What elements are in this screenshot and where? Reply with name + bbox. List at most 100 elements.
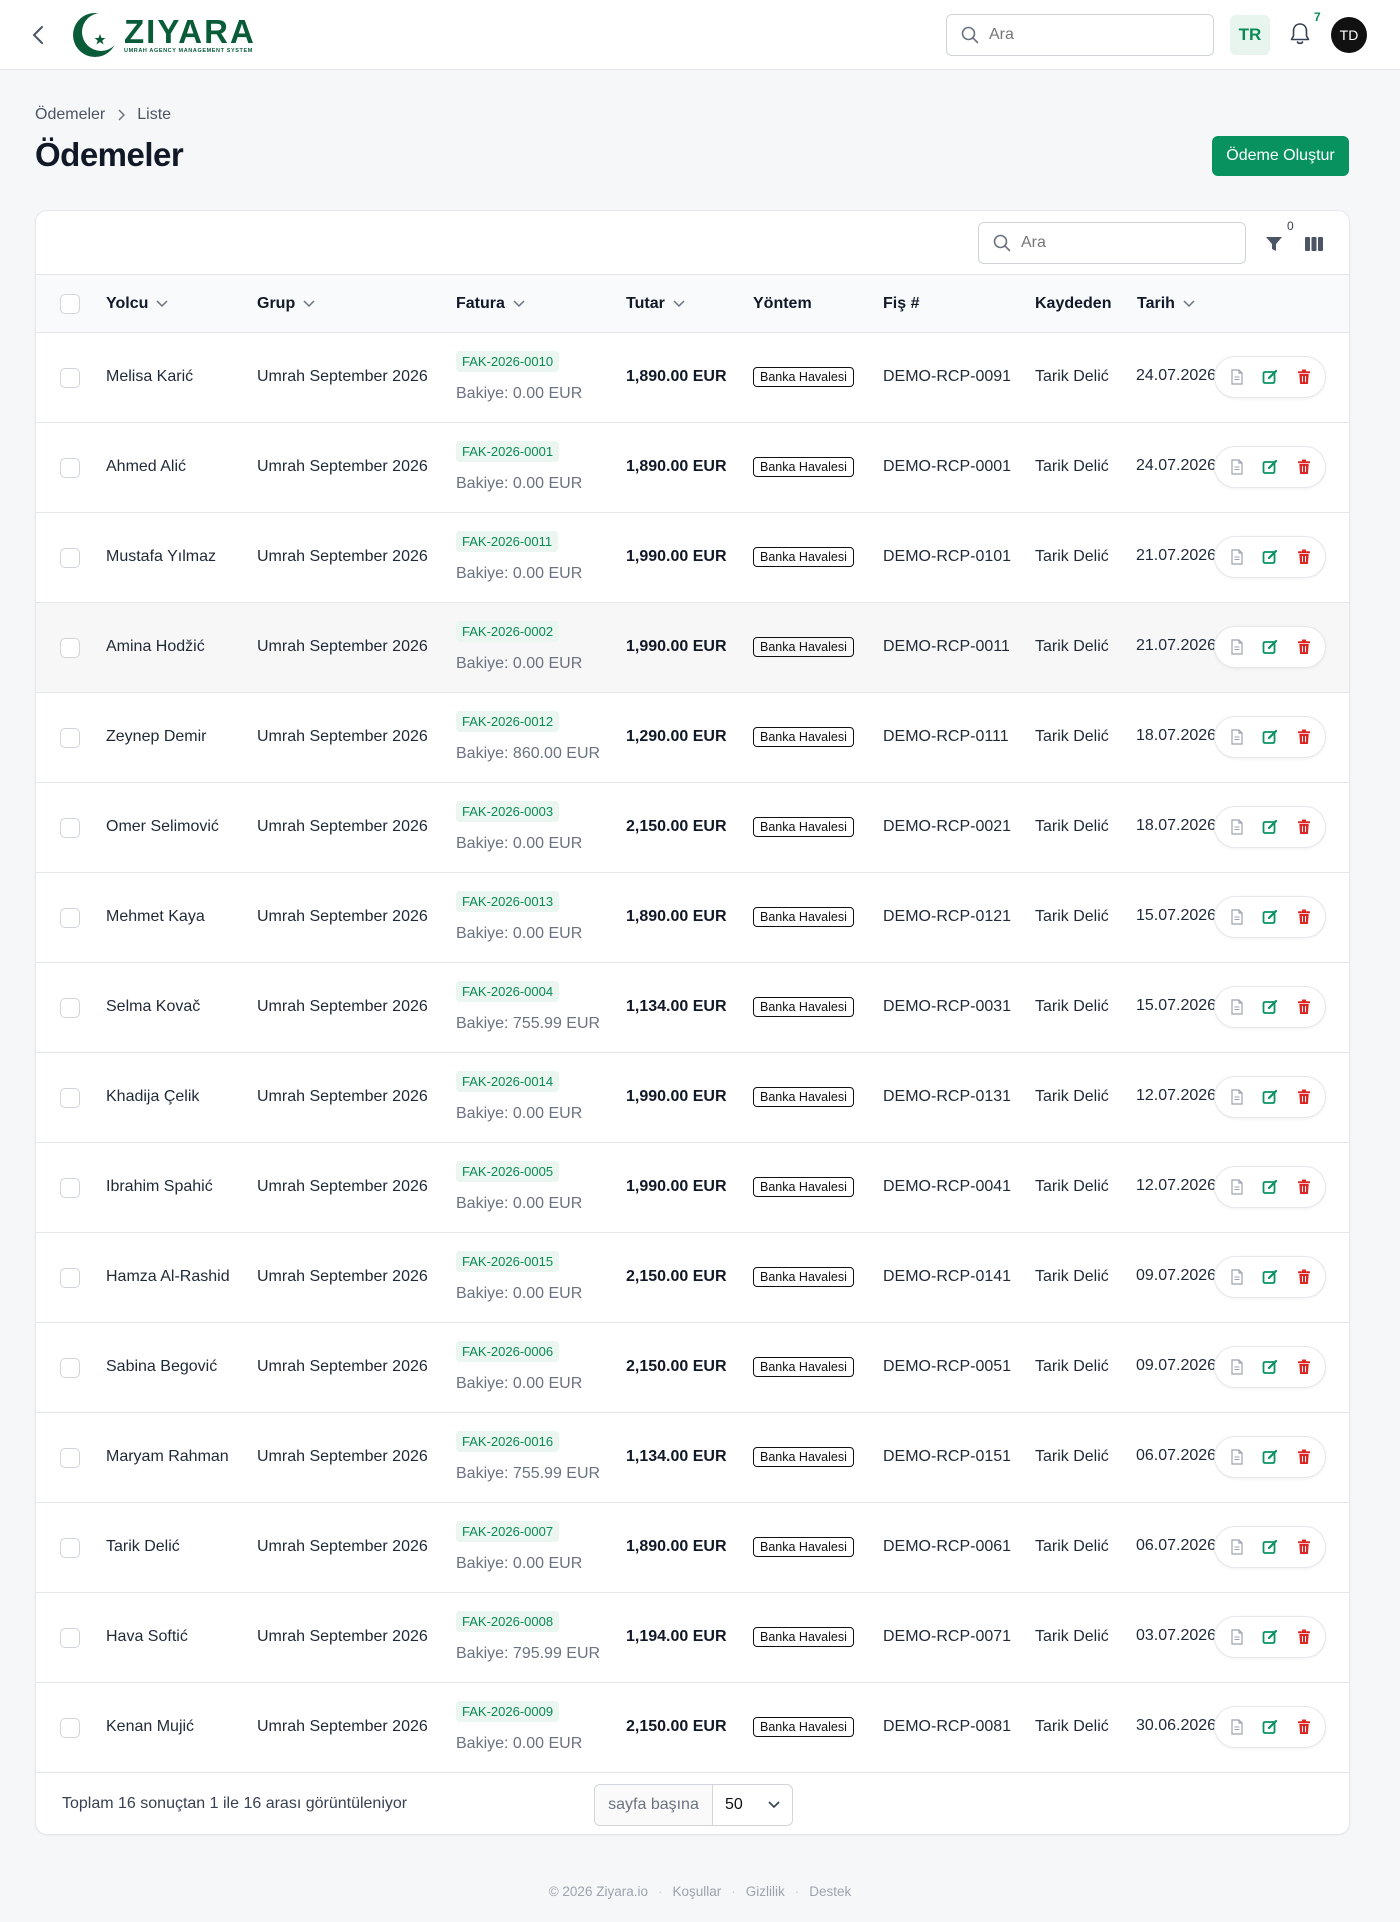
edit-button[interactable] bbox=[1258, 545, 1282, 569]
table-row[interactable]: Khadija Çelik Umrah September 2026 FAK-202… bbox=[36, 1053, 1349, 1143]
row-checkbox[interactable] bbox=[60, 1538, 80, 1558]
create-payment-button[interactable]: Ödeme Oluştur bbox=[1212, 136, 1349, 176]
edit-button[interactable] bbox=[1258, 1445, 1282, 1469]
select-all-checkbox[interactable] bbox=[60, 294, 80, 314]
view-receipt-button[interactable] bbox=[1225, 815, 1249, 839]
row-checkbox[interactable] bbox=[60, 458, 80, 478]
table-search[interactable] bbox=[978, 222, 1246, 264]
invoice-badge[interactable]: FAK-2026-0012 bbox=[456, 711, 560, 732]
table-row[interactable]: Mustafa Yılmaz Umrah September 2026 FAK-20… bbox=[36, 513, 1349, 603]
invoice-badge[interactable]: FAK-2026-0009 bbox=[456, 1701, 560, 1722]
table-row[interactable]: Amina Hodžić Umrah September 2026 FAK-2026… bbox=[36, 603, 1349, 693]
delete-button[interactable] bbox=[1292, 1175, 1316, 1199]
view-receipt-button[interactable] bbox=[1225, 1355, 1249, 1379]
column-header-passenger[interactable]: Yolcu bbox=[106, 275, 168, 333]
edit-button[interactable] bbox=[1258, 365, 1282, 389]
delete-button[interactable] bbox=[1292, 1265, 1316, 1289]
delete-button[interactable] bbox=[1292, 1715, 1316, 1739]
column-header-group[interactable]: Grup bbox=[257, 275, 315, 333]
row-checkbox[interactable] bbox=[60, 1268, 80, 1288]
edit-button[interactable] bbox=[1258, 725, 1282, 749]
table-row[interactable]: Tarik Delić Umrah September 2026 FAK-2026-… bbox=[36, 1503, 1349, 1593]
row-checkbox[interactable] bbox=[60, 638, 80, 658]
delete-button[interactable] bbox=[1292, 995, 1316, 1019]
global-search[interactable] bbox=[946, 14, 1214, 56]
delete-button[interactable] bbox=[1292, 815, 1316, 839]
delete-button[interactable] bbox=[1292, 365, 1316, 389]
table-row[interactable]: Hamza Al-Rashid Umrah September 2026 FAK-2… bbox=[36, 1233, 1349, 1323]
edit-button[interactable] bbox=[1258, 1085, 1282, 1109]
invoice-badge[interactable]: FAK-2026-0004 bbox=[456, 981, 560, 1002]
row-checkbox[interactable] bbox=[60, 998, 80, 1018]
table-row[interactable]: Maryam Rahman Umrah September 2026 FAK-202… bbox=[36, 1413, 1349, 1503]
row-checkbox[interactable] bbox=[60, 1628, 80, 1648]
privacy-link[interactable]: Gizlilik bbox=[746, 1884, 785, 1899]
table-row[interactable]: Hava Softić Umrah September 2026 FAK-2026-… bbox=[36, 1593, 1349, 1683]
row-checkbox[interactable] bbox=[60, 728, 80, 748]
edit-button[interactable] bbox=[1258, 1175, 1282, 1199]
edit-button[interactable] bbox=[1258, 905, 1282, 929]
invoice-badge[interactable]: FAK-2026-0008 bbox=[456, 1611, 560, 1632]
table-row[interactable]: Zeynep Demir Umrah September 2026 FAK-2026… bbox=[36, 693, 1349, 783]
edit-button[interactable] bbox=[1258, 1265, 1282, 1289]
table-row[interactable]: Ahmed Alić Umrah September 2026 FAK-2026-0… bbox=[36, 423, 1349, 513]
row-checkbox[interactable] bbox=[60, 1178, 80, 1198]
notifications-button[interactable] bbox=[1286, 18, 1314, 50]
invoice-badge[interactable]: FAK-2026-0006 bbox=[456, 1341, 560, 1362]
view-receipt-button[interactable] bbox=[1225, 905, 1249, 929]
logo[interactable]: ZIYARA UMRAH AGENCY MANAGEMENT SYSTEM bbox=[70, 9, 256, 61]
invoice-badge[interactable]: FAK-2026-0003 bbox=[456, 801, 560, 822]
per-page-select[interactable]: sayfa başına 50 bbox=[594, 1784, 793, 1826]
table-search-input[interactable] bbox=[1021, 234, 1221, 252]
table-row[interactable]: Kenan Mujić Umrah September 2026 FAK-2026-… bbox=[36, 1683, 1349, 1773]
row-checkbox[interactable] bbox=[60, 548, 80, 568]
row-checkbox[interactable] bbox=[60, 908, 80, 928]
global-search-input[interactable] bbox=[989, 26, 1189, 44]
invoice-badge[interactable]: FAK-2026-0001 bbox=[456, 441, 560, 462]
edit-button[interactable] bbox=[1258, 635, 1282, 659]
table-row[interactable]: Mehmet Kaya Umrah September 2026 FAK-2026-… bbox=[36, 873, 1349, 963]
table-row[interactable]: Selma Kovač Umrah September 2026 FAK-2026-… bbox=[36, 963, 1349, 1053]
invoice-badge[interactable]: FAK-2026-0013 bbox=[456, 891, 560, 912]
row-checkbox[interactable] bbox=[60, 818, 80, 838]
invoice-badge[interactable]: FAK-2026-0015 bbox=[456, 1251, 560, 1272]
row-checkbox[interactable] bbox=[60, 1448, 80, 1468]
edit-button[interactable] bbox=[1258, 455, 1282, 479]
invoice-badge[interactable]: FAK-2026-0014 bbox=[456, 1071, 560, 1092]
view-receipt-button[interactable] bbox=[1225, 545, 1249, 569]
view-receipt-button[interactable] bbox=[1225, 1085, 1249, 1109]
invoice-badge[interactable]: FAK-2026-0010 bbox=[456, 351, 560, 372]
edit-button[interactable] bbox=[1258, 815, 1282, 839]
invoice-badge[interactable]: FAK-2026-0016 bbox=[456, 1431, 560, 1452]
view-receipt-button[interactable] bbox=[1225, 455, 1249, 479]
view-receipt-button[interactable] bbox=[1225, 635, 1249, 659]
view-receipt-button[interactable] bbox=[1225, 1625, 1249, 1649]
view-receipt-button[interactable] bbox=[1225, 1265, 1249, 1289]
row-checkbox[interactable] bbox=[60, 368, 80, 388]
row-checkbox[interactable] bbox=[60, 1718, 80, 1738]
view-receipt-button[interactable] bbox=[1225, 1535, 1249, 1559]
edit-button[interactable] bbox=[1258, 1625, 1282, 1649]
back-button[interactable] bbox=[26, 20, 50, 50]
edit-button[interactable] bbox=[1258, 995, 1282, 1019]
delete-button[interactable] bbox=[1292, 1355, 1316, 1379]
view-receipt-button[interactable] bbox=[1225, 365, 1249, 389]
view-receipt-button[interactable] bbox=[1225, 995, 1249, 1019]
column-header-date[interactable]: Tarih bbox=[1137, 275, 1195, 333]
filter-button[interactable] bbox=[1261, 231, 1287, 257]
table-row[interactable]: Sabina Begović Umrah September 2026 FAK-20… bbox=[36, 1323, 1349, 1413]
view-receipt-button[interactable] bbox=[1225, 725, 1249, 749]
row-checkbox[interactable] bbox=[60, 1358, 80, 1378]
delete-button[interactable] bbox=[1292, 545, 1316, 569]
terms-link[interactable]: Koşullar bbox=[672, 1884, 721, 1899]
invoice-badge[interactable]: FAK-2026-0002 bbox=[456, 621, 560, 642]
table-row[interactable]: Ibrahim Spahić Umrah September 2026 FAK-20… bbox=[36, 1143, 1349, 1233]
invoice-badge[interactable]: FAK-2026-0005 bbox=[456, 1161, 560, 1182]
delete-button[interactable] bbox=[1292, 1085, 1316, 1109]
language-switcher[interactable]: TR bbox=[1230, 15, 1270, 55]
delete-button[interactable] bbox=[1292, 1535, 1316, 1559]
table-row[interactable]: Melisa Karić Umrah September 2026 FAK-2026… bbox=[36, 333, 1349, 423]
edit-button[interactable] bbox=[1258, 1535, 1282, 1559]
view-receipt-button[interactable] bbox=[1225, 1715, 1249, 1739]
columns-toggle-button[interactable] bbox=[1301, 231, 1327, 257]
